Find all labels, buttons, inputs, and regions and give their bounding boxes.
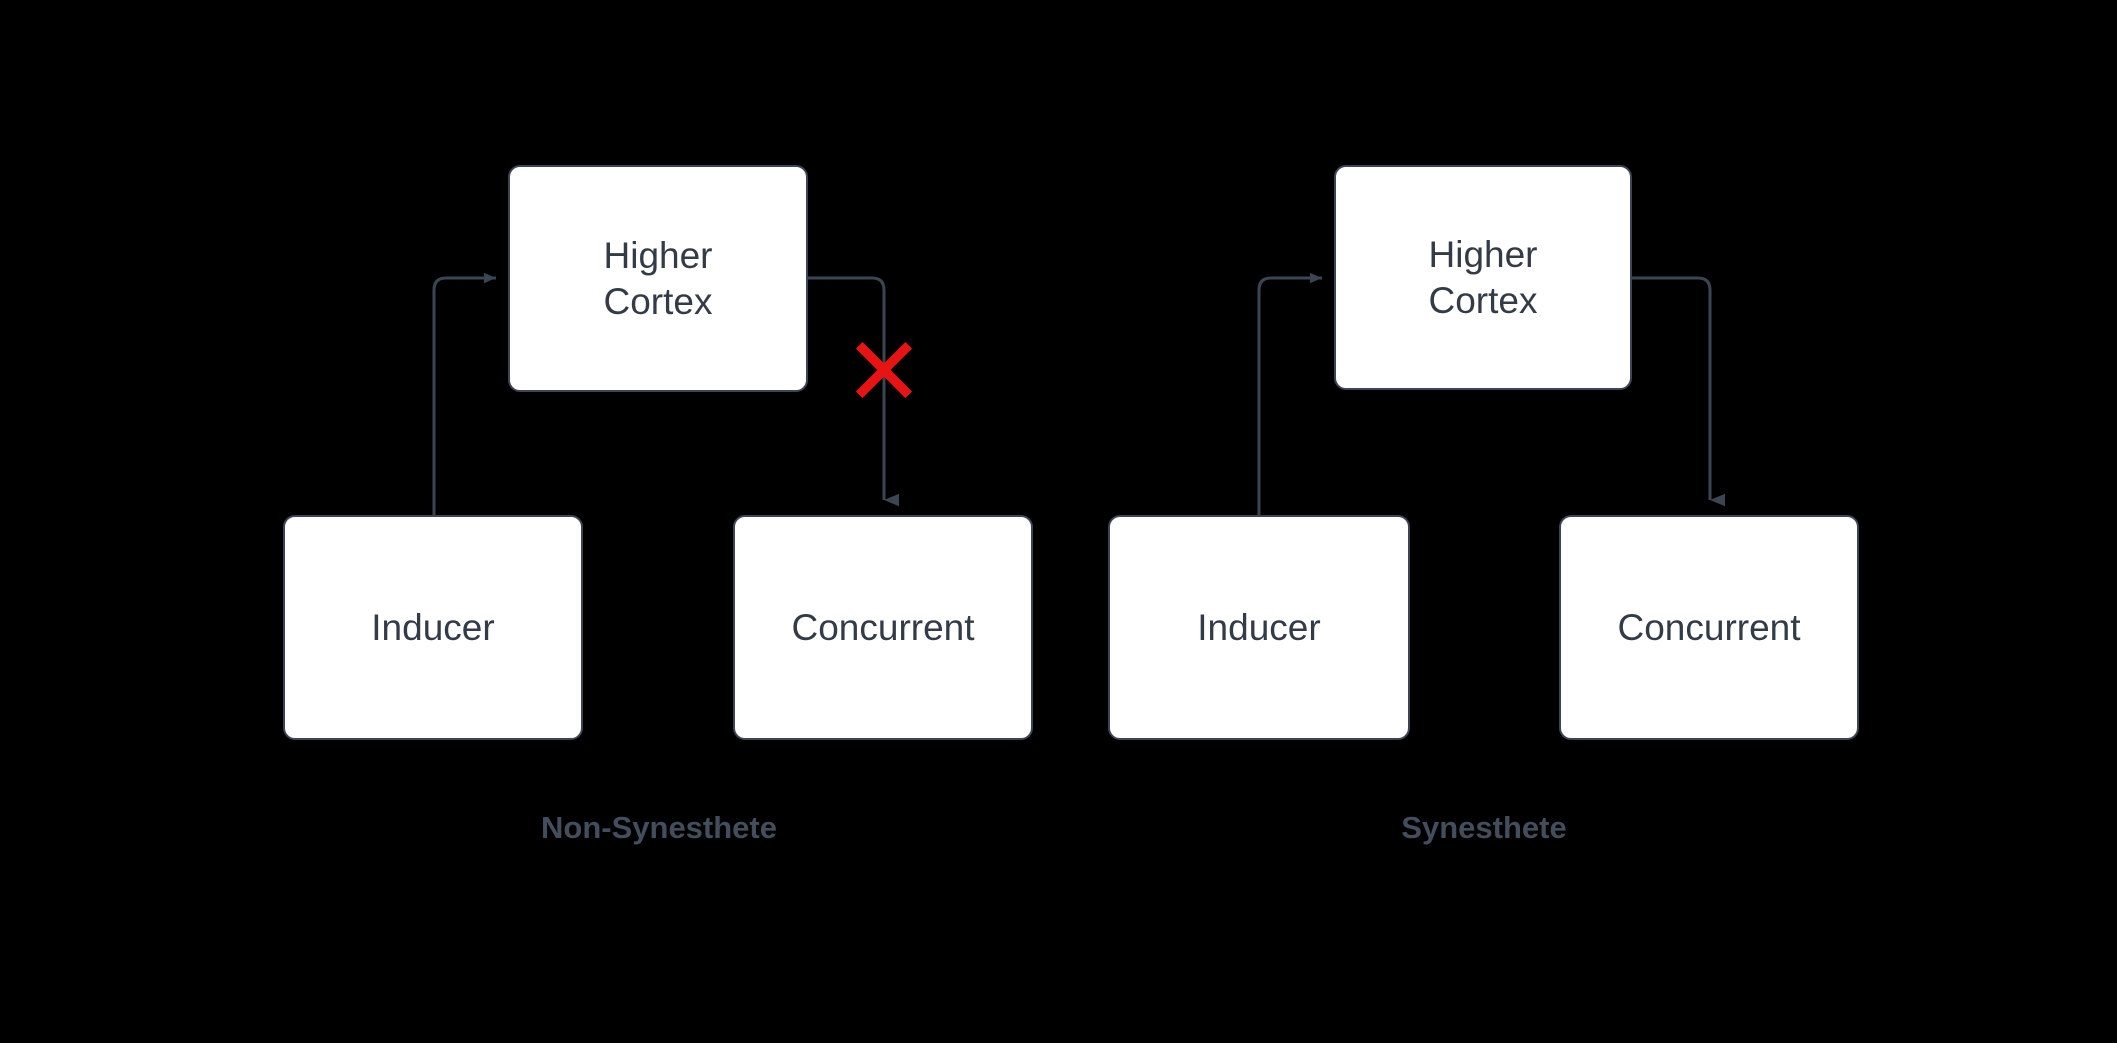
node-label: Higher Cortex <box>1428 234 1538 321</box>
panel-caption-non-synesthete: Non-Synesthete <box>541 810 777 845</box>
node-label: Concurrent <box>791 606 975 648</box>
edge-higher-cortex-to-concurrent-right <box>1632 276 1725 507</box>
blocked-connection-x-icon: ✕ <box>843 316 925 428</box>
edge-inducer-to-higher-cortex-right <box>1257 272 1322 515</box>
node-concurrent-non-synesthete[interactable]: Concurrent <box>733 515 1033 740</box>
diagram-canvas: Higher Cortex Inducer Concurrent ✕ Non-S… <box>0 0 2117 1043</box>
node-higher-cortex-non-synesthete[interactable]: Higher Cortex <box>508 165 808 392</box>
node-concurrent-synesthete[interactable]: Concurrent <box>1559 515 1859 740</box>
node-label: Higher Cortex <box>603 235 713 322</box>
node-inducer-non-synesthete[interactable]: Inducer <box>283 515 583 740</box>
node-label: Inducer <box>371 606 495 648</box>
node-inducer-synesthete[interactable]: Inducer <box>1108 515 1410 740</box>
edge-inducer-to-higher-cortex-left <box>432 272 496 515</box>
node-label: Inducer <box>1197 606 1321 648</box>
panel-caption-synesthete: Synesthete <box>1401 810 1567 845</box>
node-higher-cortex-synesthete[interactable]: Higher Cortex <box>1334 165 1632 390</box>
node-label: Concurrent <box>1617 606 1801 648</box>
